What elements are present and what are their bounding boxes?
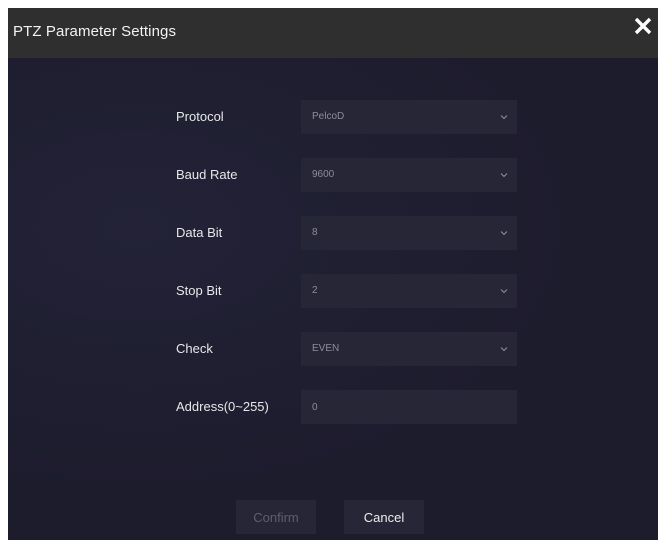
address-input[interactable] <box>301 390 517 424</box>
baud-rate-select[interactable]: 9600 <box>301 158 517 192</box>
address-label: Address(0~255) <box>176 399 269 414</box>
data-bit-label: Data Bit <box>176 225 223 240</box>
data-bit-row: Data Bit 8 <box>8 216 658 250</box>
check-row: Check EVEN <box>8 332 658 366</box>
data-bit-value: 8 <box>312 227 318 238</box>
chevron-down-icon <box>500 173 508 178</box>
stop-bit-value: 2 <box>312 285 318 296</box>
stop-bit-row: Stop Bit 2 <box>8 274 658 308</box>
cancel-button[interactable]: Cancel <box>344 500 424 534</box>
stop-bit-label: Stop Bit <box>176 283 222 298</box>
close-icon <box>634 17 652 35</box>
dialog-title: PTZ Parameter Settings <box>13 23 177 40</box>
protocol-label: Protocol <box>176 109 224 124</box>
confirm-button[interactable]: Confirm <box>236 500 316 534</box>
baud-rate-value: 9600 <box>312 169 335 180</box>
chevron-down-icon <box>500 231 508 236</box>
protocol-value: PelcoD <box>312 111 345 122</box>
ptz-settings-dialog: PTZ Parameter Settings Protocol PelcoD B… <box>8 8 658 540</box>
chevron-down-icon <box>500 289 508 294</box>
protocol-select[interactable]: PelcoD <box>301 100 517 134</box>
stop-bit-select[interactable]: 2 <box>301 274 517 308</box>
dialog-header: PTZ Parameter Settings <box>8 8 658 58</box>
protocol-row: Protocol PelcoD <box>8 100 658 134</box>
data-bit-select[interactable]: 8 <box>301 216 517 250</box>
address-row: Address(0~255) <box>8 390 658 424</box>
baud-rate-row: Baud Rate 9600 <box>8 158 658 192</box>
baud-rate-label: Baud Rate <box>176 167 238 182</box>
close-button[interactable] <box>630 14 656 40</box>
check-label: Check <box>176 341 213 356</box>
check-select[interactable]: EVEN <box>301 332 517 366</box>
dialog-body: Protocol PelcoD Baud Rate 9600 Data Bit … <box>8 58 658 540</box>
check-value: EVEN <box>312 343 340 354</box>
chevron-down-icon <box>500 347 508 352</box>
chevron-down-icon <box>500 115 508 120</box>
